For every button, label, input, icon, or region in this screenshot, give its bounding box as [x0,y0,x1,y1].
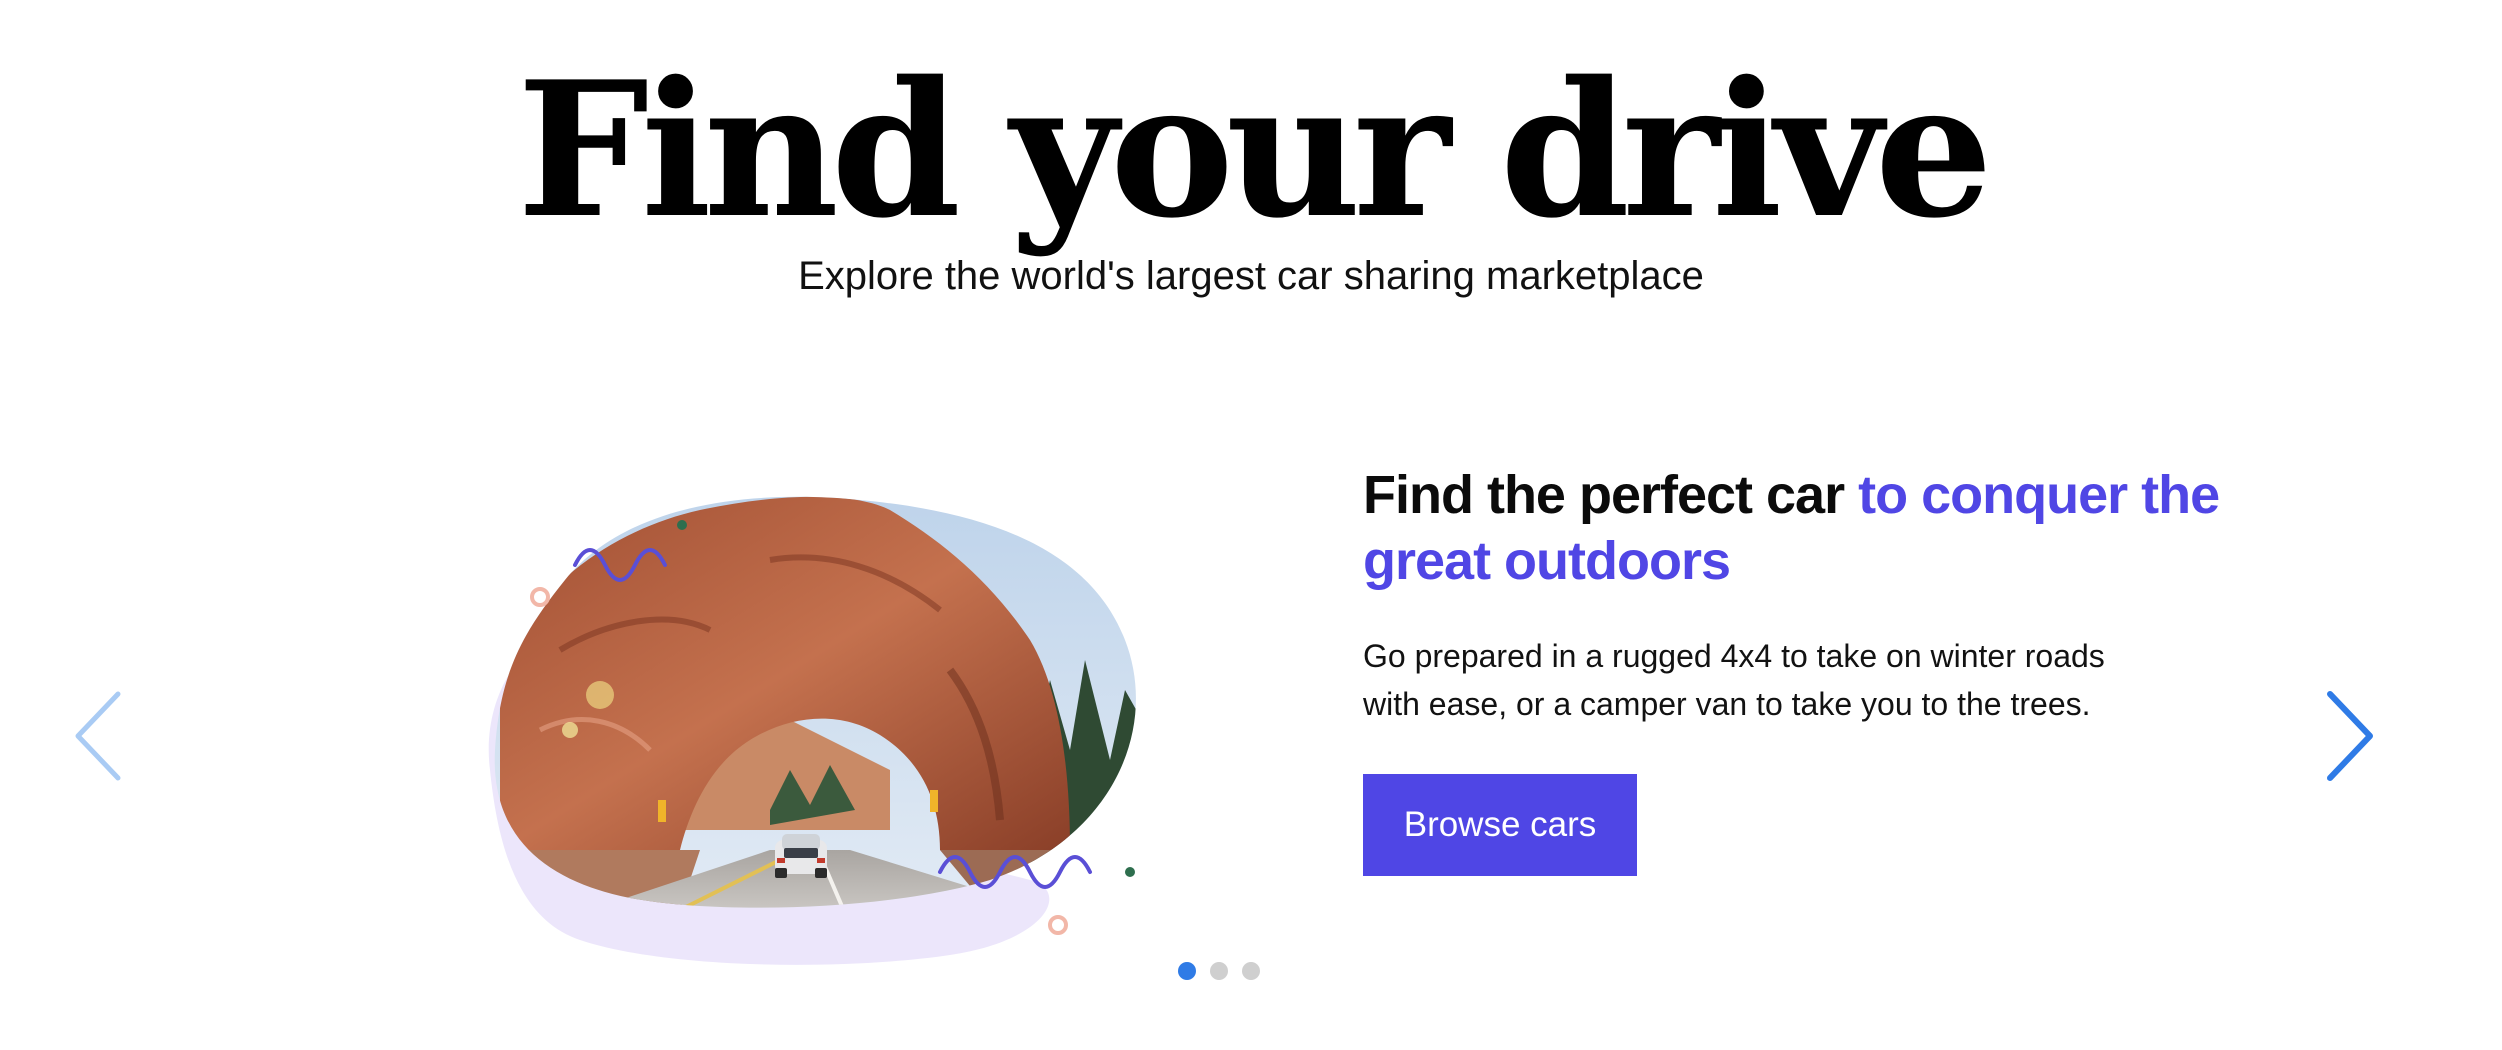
chevron-left-icon [75,691,121,781]
chevron-right-icon [2327,691,2373,781]
slide-heading: Find the perfect car to conquer the grea… [1363,462,2223,594]
hero-title: Find your drive [517,40,1993,259]
ring-decoration [1048,915,1068,935]
carousel-dot-3[interactable] [1242,962,1260,980]
car [775,834,827,878]
carousel-indicators [1178,962,1260,982]
dot-decoration [1125,867,1135,877]
slide-heading-main: Find the perfect car [1363,465,1859,525]
carousel-prev-button[interactable] [70,686,130,786]
carousel-dot-1[interactable] [1178,962,1196,980]
ring-decoration [530,587,550,607]
dot-decoration [677,520,687,530]
slide-illustration [488,496,1136,965]
slide-description: Go prepared in a rugged 4x4 to take on w… [1363,638,2105,722]
browse-cars-button[interactable]: Browse cars [1363,774,1637,876]
slide-content: Find the perfect car to conquer the grea… [1363,462,2223,876]
carousel-dot-2[interactable] [1210,962,1228,980]
hero-subtitle: Explore the world's largest car sharing … [798,254,1704,298]
carousel-next-button[interactable] [2318,686,2378,786]
